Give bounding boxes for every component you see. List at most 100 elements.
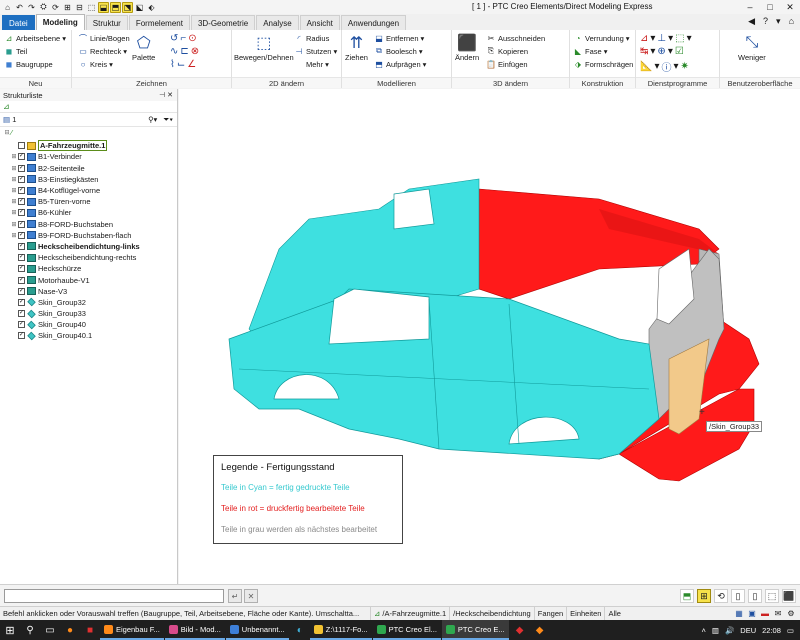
status-part[interactable]: /Heckscheibendichtung: [449, 606, 534, 621]
tree-node[interactable]: ✓ Skin_Group32: [0, 297, 177, 308]
visibility-checkbox[interactable]: ✓: [18, 265, 25, 273]
taskbar-item-unbenannt[interactable]: Unbenannt...: [225, 620, 289, 640]
tree-node[interactable]: ✓ Nase-V3: [0, 286, 177, 297]
visibility-checkbox[interactable]: ✓: [18, 153, 25, 161]
tree-node[interactable]: ⊞ ✓ B8-FORD-Buchstaben: [0, 219, 177, 230]
utility-row-3[interactable]: 📐 ▾ ⓘ ▾ ✷: [640, 59, 689, 74]
tree-node[interactable]: ✓ Skin_Group40: [0, 319, 177, 330]
tab-modeling[interactable]: Modeling: [35, 14, 85, 30]
visibility-checkbox[interactable]: ✓: [18, 187, 25, 195]
collapse-ribbon-icon[interactable]: ◀: [748, 16, 755, 27]
tree-node[interactable]: A-Fahrzeugmitte.1: [0, 140, 177, 152]
visibility-checkbox[interactable]: ✓: [18, 321, 25, 329]
visibility-checkbox[interactable]: ✓: [18, 298, 25, 306]
tree-node[interactable]: ⊞ ✓ B6-Kühler: [0, 207, 177, 218]
expand-icon[interactable]: ⊞: [10, 209, 18, 216]
boolesch-button[interactable]: ⧉ Boolesch ▾: [374, 46, 422, 56]
tab-ansicht[interactable]: Ansicht: [299, 15, 340, 30]
refresh-icon[interactable]: ⟲: [714, 589, 728, 603]
taskbar-item-creo-2[interactable]: PTC Creo E...: [441, 620, 509, 640]
language-indicator[interactable]: DEU: [740, 626, 756, 635]
expand-icon[interactable]: ⊞: [10, 198, 18, 205]
visibility-checkbox[interactable]: ✓: [18, 175, 25, 183]
grid-icon[interactable]: ▦: [734, 609, 744, 619]
status-filter[interactable]: Alle: [604, 606, 684, 621]
message-icon[interactable]: ✉: [773, 609, 783, 619]
expand-icon[interactable]: ⊞: [10, 153, 18, 160]
expand-icon[interactable]: ⊞: [10, 221, 18, 228]
teil-button[interactable]: ◼ Teil: [4, 46, 28, 56]
expand-icon[interactable]: ⊞: [10, 187, 18, 194]
stutzen-button[interactable]: ⊣ Stutzen ▾: [294, 46, 338, 56]
formschraegen-button[interactable]: ⬗ Formschrägen: [573, 59, 633, 69]
visibility-checkbox[interactable]: [18, 142, 25, 150]
settings-icon[interactable]: ⚙: [786, 609, 796, 619]
fase-button[interactable]: ◣ Fase ▾: [573, 46, 608, 56]
error-icon[interactable]: ▬: [760, 609, 770, 619]
3d-viewport[interactable]: + /Skin_Group33 Legende - Fertigungsstan…: [179, 89, 800, 584]
einfuegen-button[interactable]: 📋 Einfügen: [486, 59, 528, 69]
visibility-checkbox[interactable]: ✓: [18, 220, 25, 228]
command-cancel-button[interactable]: ✕: [244, 589, 258, 603]
ziehen-button[interactable]: ⇈ Ziehen: [345, 33, 368, 62]
maximize-button[interactable]: □: [760, 0, 780, 14]
linie-bogen-button[interactable]: ⌒ Linie/Bogen: [78, 33, 130, 43]
quick-access-icon[interactable]: ⊞: [62, 2, 73, 13]
arbeitsebene-button[interactable]: ⊿ Arbeitsebene ▾: [4, 33, 66, 43]
expand-icon[interactable]: ⊞: [10, 232, 18, 239]
tab-struktur[interactable]: Struktur: [85, 15, 128, 30]
draw-tools-row-1[interactable]: ↺ ⌐ ⊙: [170, 33, 197, 44]
command-ok-button[interactable]: ↵: [228, 589, 242, 603]
visibility-checkbox[interactable]: ✓: [18, 287, 25, 295]
bewegen-dehnen-button[interactable]: ⬚ Bewegen/Dehnen: [234, 33, 294, 62]
quick-access-icon[interactable]: ⟳: [50, 2, 61, 13]
visibility-checkbox[interactable]: ✓: [18, 198, 25, 206]
select-mode-icon[interactable]: ⊞: [697, 589, 711, 603]
rechteck-button[interactable]: ▭ Rechteck ▾: [78, 46, 127, 56]
status-units[interactable]: Einheiten: [566, 606, 604, 621]
windows-start-icon[interactable]: ⊞: [0, 620, 20, 640]
visibility-checkbox[interactable]: ✓: [18, 242, 25, 250]
quick-access-icon[interactable]: ⛭: [38, 2, 49, 13]
utility-row-2[interactable]: ↹ ▾ ⊕ ▾ ☑: [640, 46, 684, 57]
tree-node[interactable]: ⊞ ✓ B3-Einstiegkästen: [0, 174, 177, 185]
page-icon[interactable]: ▯: [731, 589, 745, 603]
home-icon[interactable]: ⌂: [789, 16, 794, 27]
tree-node[interactable]: ⊞ ✓ B5-Türen-vorne: [0, 196, 177, 207]
minimize-button[interactable]: –: [740, 0, 760, 14]
tab-anwendungen[interactable]: Anwendungen: [340, 15, 407, 30]
quick-access-icon[interactable]: ⌂: [2, 2, 13, 13]
app-red-icon[interactable]: ◆: [510, 620, 530, 640]
close-button[interactable]: ✕: [780, 0, 800, 14]
box-icon[interactable]: ⬚: [765, 589, 779, 603]
command-input[interactable]: [4, 589, 224, 603]
quick-access-icon[interactable]: ⬖: [146, 2, 157, 13]
tree-node[interactable]: ✓ Skin_Group40.1: [0, 330, 177, 341]
aufpraegen-button[interactable]: ⬒ Aufprägen ▾: [374, 59, 426, 69]
mehr-button[interactable]: Mehr ▾: [294, 59, 329, 69]
collapse-icon[interactable]: ⊟: [3, 129, 11, 136]
draw-tools-row-2[interactable]: ∿ ⊏ ⊗: [170, 46, 199, 57]
help-dropdown-icon[interactable]: ▾: [776, 16, 781, 27]
list-icon[interactable]: ▤: [3, 115, 10, 124]
tree-node[interactable]: ✓ Skin_Group33: [0, 308, 177, 319]
tree-node[interactable]: ✓ Heckscheibendichtung-rechts: [0, 252, 177, 263]
tree-node[interactable]: ✓ Heckschürze: [0, 263, 177, 274]
status-catch[interactable]: Fangen: [533, 606, 566, 621]
tab-3d-geometrie[interactable]: 3D-Geometrie: [190, 15, 256, 30]
taskbar-item-bild[interactable]: Bild - Mod...: [164, 620, 225, 640]
quick-access-icon[interactable]: ↷: [26, 2, 37, 13]
pdf-icon[interactable]: ■: [80, 620, 100, 640]
weniger-button[interactable]: ⤡ Weniger: [738, 33, 766, 62]
utility-row-1[interactable]: ⊿ ▾ ⊥ ▾ ⬚ ▾: [640, 33, 692, 44]
entfernen-button[interactable]: ⬓ Entfernen ▾: [374, 33, 424, 43]
edge-icon[interactable]: ◐: [290, 620, 310, 640]
firefox-icon[interactable]: ●: [60, 620, 80, 640]
tab-analyse[interactable]: Analyse: [256, 15, 299, 30]
clock[interactable]: 22:08: [762, 626, 781, 635]
visibility-checkbox[interactable]: ✓: [18, 231, 25, 239]
volume-icon[interactable]: 🔊: [725, 626, 734, 635]
tree-node[interactable]: ⊞ ✓ B1-Verbinder: [0, 151, 177, 162]
help-icon[interactable]: ?: [763, 16, 768, 27]
notification-icon[interactable]: ▭: [787, 626, 794, 635]
